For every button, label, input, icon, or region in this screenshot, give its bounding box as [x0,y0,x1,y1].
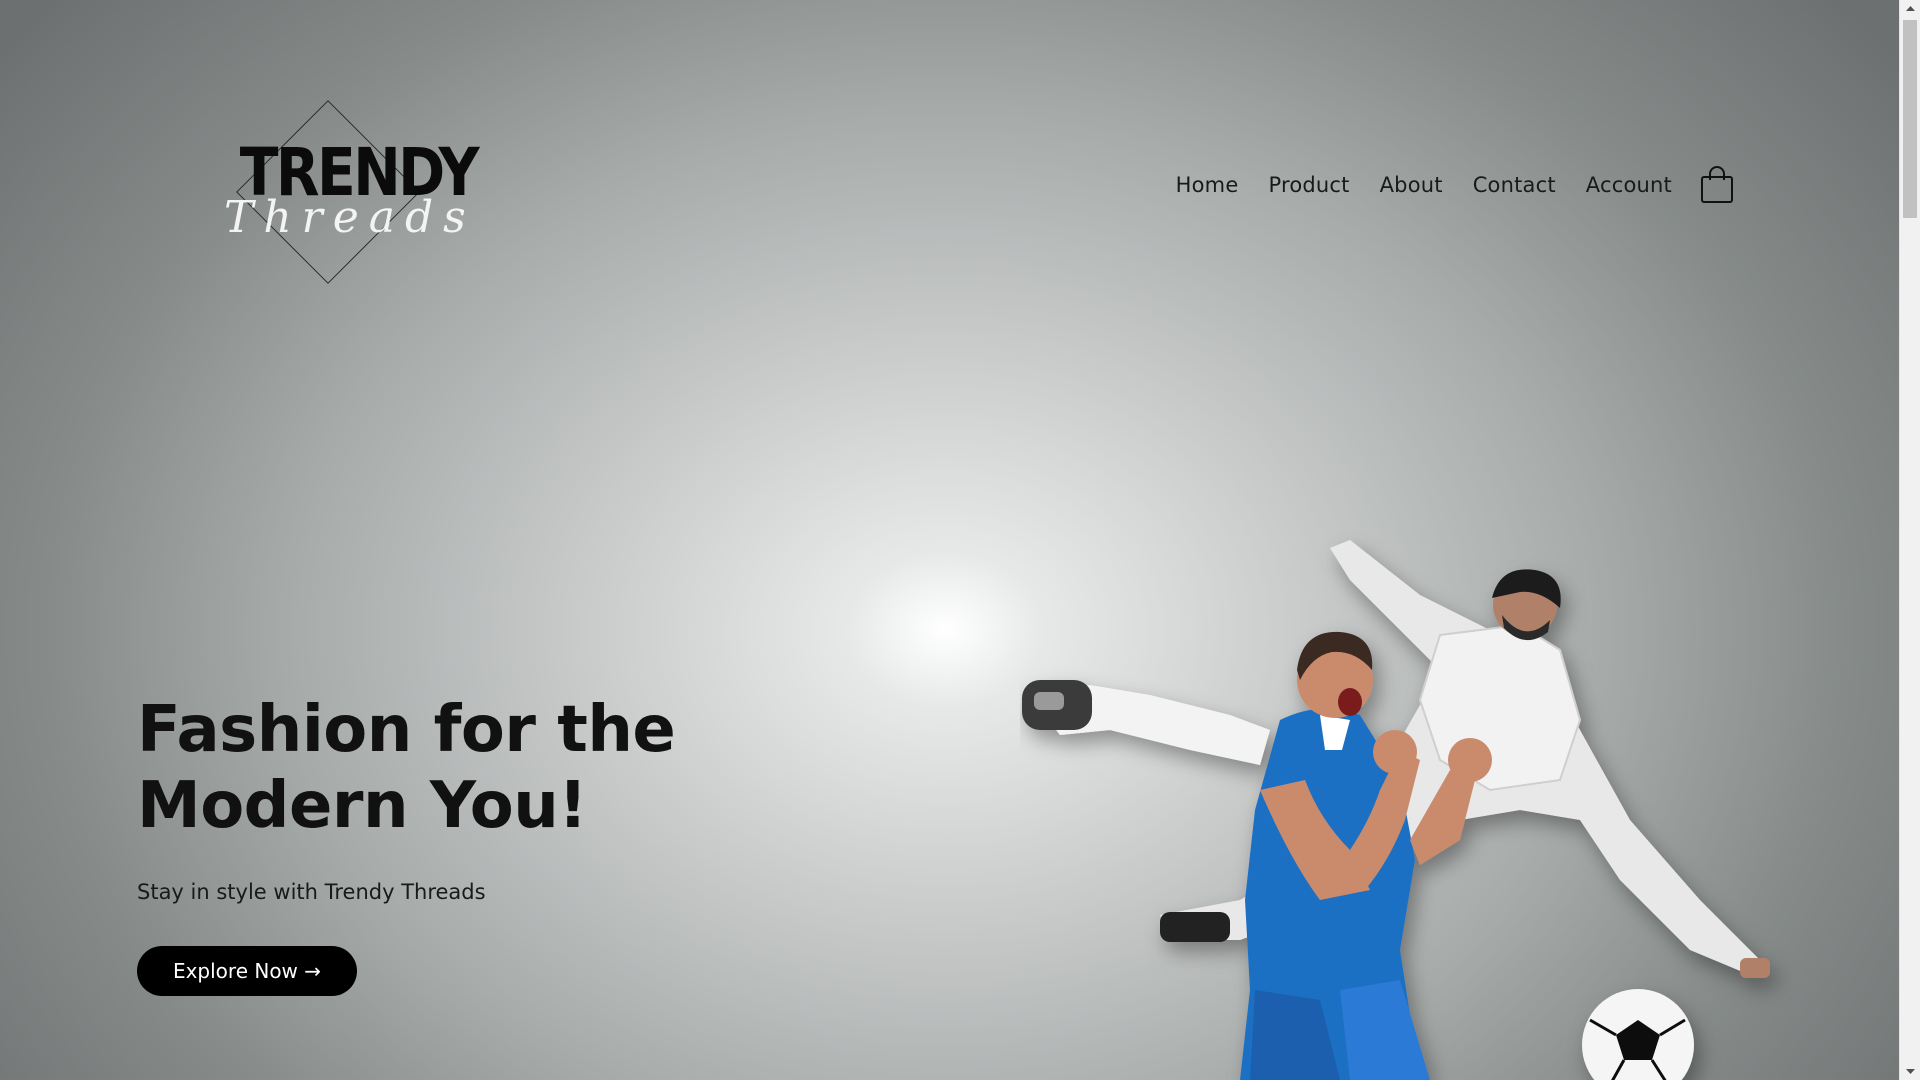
nav-product[interactable]: Product [1268,173,1349,197]
shopping-bag-icon[interactable] [1700,166,1734,204]
scrollbar-thumb[interactable] [1903,20,1917,218]
hero-players-image [1022,540,1770,1080]
nav-about[interactable]: About [1380,173,1443,197]
main-nav: Home Product About Contact Account [1146,165,1734,205]
nav-contact[interactable]: Contact [1473,173,1556,197]
hero-subtitle: Stay in style with Trendy Threads [137,880,486,904]
scroll-up-arrow-icon[interactable] [1900,0,1920,17]
hero-title: Fashion for the Modern You! [137,693,676,843]
site-logo[interactable]: TRENDY Threads [224,88,480,284]
page-scrollbar[interactable] [1899,0,1920,1080]
nav-home[interactable]: Home [1176,173,1239,197]
scroll-down-arrow-icon[interactable] [1900,1063,1920,1080]
nav-account[interactable]: Account [1586,173,1672,197]
explore-now-button[interactable]: Explore Now → [137,946,357,996]
logo-script-text: Threads [224,192,476,243]
page-viewport: TRENDY Threads Home Product About Contac… [0,0,1899,1080]
